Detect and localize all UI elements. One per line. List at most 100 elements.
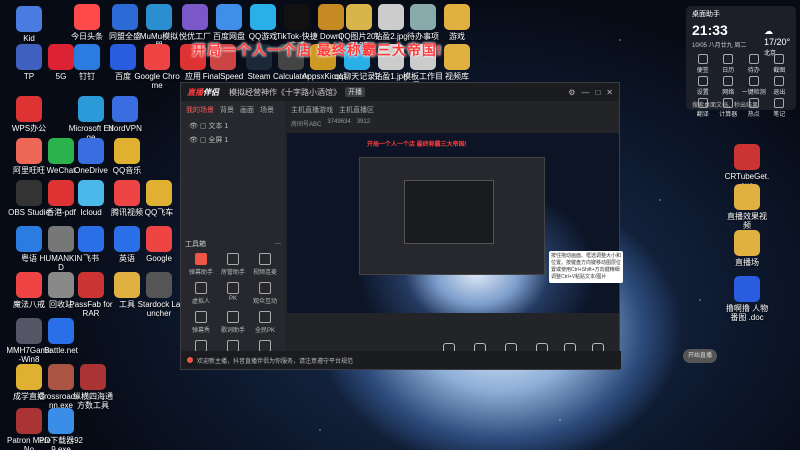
widget-tool[interactable]: 退出	[767, 76, 793, 96]
toolbox-item[interactable]: 视频连麦	[249, 253, 281, 276]
toolbox-item[interactable]: 弹幕秀	[185, 311, 217, 334]
stream-main: 主机直播游戏 主机直播区 房间号ABC 3749634 3912 开局一个人一个店 最…	[287, 101, 717, 366]
widget-tool[interactable]: 便签	[690, 54, 716, 74]
widget-tool[interactable]: 笔记	[767, 98, 793, 118]
widget-time: 21:33	[692, 22, 728, 38]
tool-icon	[697, 76, 708, 86]
minimize-icon[interactable]: —	[581, 88, 589, 97]
app-icon	[284, 4, 310, 30]
stream-banner-text: 开局一个人一个店 最终称霸三大帝国!	[192, 42, 443, 58]
desktop-icon[interactable]: 撸啊撸 人物番图 .doc	[724, 276, 770, 322]
app-icon	[216, 4, 242, 30]
app-icon	[48, 408, 74, 434]
tool-icon	[774, 98, 785, 108]
app-icon	[74, 44, 100, 70]
live-app-window: 直播伴侣 模拟经营神作《十字路小酒馆》 开播 ⚙ — □ ✕ 我的场景 背景 画面场…	[180, 82, 717, 370]
app-icon	[78, 138, 104, 164]
app-icon	[444, 44, 470, 70]
app-icon	[78, 272, 104, 298]
stream-preview[interactable]: 开局一个人一个店 最终称霸三大帝国!	[287, 133, 619, 313]
app-icon	[78, 226, 104, 252]
toolbox-item[interactable]: 观众互动	[249, 282, 281, 305]
widget-tool[interactable]: 网络	[716, 76, 742, 96]
layer-item[interactable]: 👁 ▢ 全屏 1	[181, 133, 285, 147]
tool-icon	[748, 54, 759, 64]
tool-icon	[259, 311, 271, 323]
desktop-icon[interactable]: NordVPN	[102, 96, 148, 133]
live-tag: 开播	[345, 87, 365, 97]
app-icon	[734, 230, 760, 256]
start-live-button[interactable]: 开始直播	[683, 349, 717, 363]
app-icon	[144, 44, 170, 70]
eye-icon[interactable]: 👁	[189, 123, 198, 130]
desktop-icon-label: 撸啊撸 人物番图 .doc	[725, 304, 769, 322]
desktop-icon[interactable]: WPS办公	[6, 96, 52, 133]
scene-tabs: 我的场景 背景 画面 场景	[181, 101, 285, 119]
desktop-icon[interactable]: 游戏	[434, 4, 480, 41]
maximize-icon[interactable]: □	[595, 88, 600, 97]
app-icon	[146, 4, 172, 30]
room-tab[interactable]: 主机直播区	[339, 105, 374, 115]
tool-icon	[227, 311, 239, 323]
widget-tool[interactable]: 设置	[690, 76, 716, 96]
room-tab[interactable]: 主机直播游戏	[291, 105, 333, 115]
tool-icon	[697, 54, 708, 64]
app-icon	[146, 226, 172, 252]
toolbox-item[interactable]: 弹幕助手	[185, 253, 217, 276]
toolbox-item[interactable]: PK	[217, 282, 249, 305]
widget-weather: ☁ 17/20° 北京	[764, 26, 791, 57]
scene-tab[interactable]: 画面	[240, 105, 254, 115]
desktop-icon[interactable]: QQ音乐	[104, 138, 150, 175]
widget-tool[interactable]: 待办	[741, 54, 767, 74]
widget-tool[interactable]: 一键检测	[741, 76, 767, 96]
app-icon	[250, 4, 276, 30]
app-icon	[734, 184, 760, 210]
desktop-icon[interactable]: Stardock Launcher	[136, 272, 182, 318]
desktop-icon-label: Kid	[23, 34, 35, 43]
tool-icon	[723, 54, 734, 64]
settings-icon[interactable]: ⚙	[568, 88, 575, 97]
desktop-icon[interactable]: PD下载器929.exe	[38, 408, 84, 450]
app-icon	[114, 138, 140, 164]
preview-banner: 开局一个人一个店 最终称霸三大帝国!	[367, 142, 467, 148]
desktop-icon[interactable]: Kid	[6, 6, 52, 43]
toolbox-item[interactable]: 虚拟人	[185, 282, 217, 305]
tool-icon	[195, 253, 207, 265]
tool-icon	[227, 282, 239, 294]
tool-icon	[774, 76, 785, 86]
desktop-icon[interactable]: 纵横四海通方数工具	[70, 364, 116, 410]
app-icon	[74, 4, 100, 30]
layer-item[interactable]: 👁 ▢ 文本 1	[181, 119, 285, 133]
widget-tool[interactable]: 日历	[716, 54, 742, 74]
desktop-icon[interactable]: Battle.net	[38, 318, 84, 355]
desktop-icon[interactable]: Google	[136, 226, 182, 263]
widget-search[interactable]: 搜索桌面文档、秒出结果	[692, 100, 758, 109]
widget-tool[interactable]: 截图	[767, 54, 793, 74]
tool-icon	[748, 76, 759, 86]
app-icon	[78, 96, 104, 122]
scene-tab[interactable]: 场景	[260, 105, 274, 115]
desktop-widget[interactable]: 桌面助手 21:33 10/05 八月廿九 周二 ☁ 17/20° 北京 便签 日历…	[686, 6, 796, 118]
desktop-icon[interactable]: 直播场	[724, 230, 770, 267]
desktop-icon-label: WPS办公	[11, 124, 47, 133]
desktop-icon[interactable]: QQ飞车	[136, 180, 182, 217]
app-icon	[80, 364, 106, 390]
toolbox-item[interactable]: 歌词助手	[217, 311, 249, 334]
scene-tab[interactable]: 背景	[220, 105, 234, 115]
app-icon	[78, 180, 104, 206]
close-icon[interactable]: ✕	[606, 88, 613, 97]
app-icon	[410, 4, 436, 30]
desktop-icon[interactable]: 直播效果视频	[724, 184, 770, 230]
scene-tab[interactable]: 我的场景	[186, 105, 214, 115]
preview-nested-window-inner	[404, 180, 494, 244]
eye-icon[interactable]: 👁	[189, 137, 198, 144]
app-icon	[48, 318, 74, 344]
app-titlebar: 直播伴侣 模拟经营神作《十字路小酒馆》 开播 ⚙ — □ ✕	[181, 83, 619, 101]
app-icon	[16, 6, 42, 32]
stream-title[interactable]: 模拟经营神作《十字路小酒馆》	[229, 87, 341, 98]
toolbox-item[interactable]: 房管助手	[217, 253, 249, 276]
layer-list: 👁 ▢ 文本 1 👁 ▢ 全屏 1	[181, 119, 285, 147]
toolbox-item[interactable]: 全民PK	[249, 311, 281, 334]
app-icon	[112, 4, 138, 30]
toolbox-more-icon[interactable]: ...	[275, 239, 281, 249]
